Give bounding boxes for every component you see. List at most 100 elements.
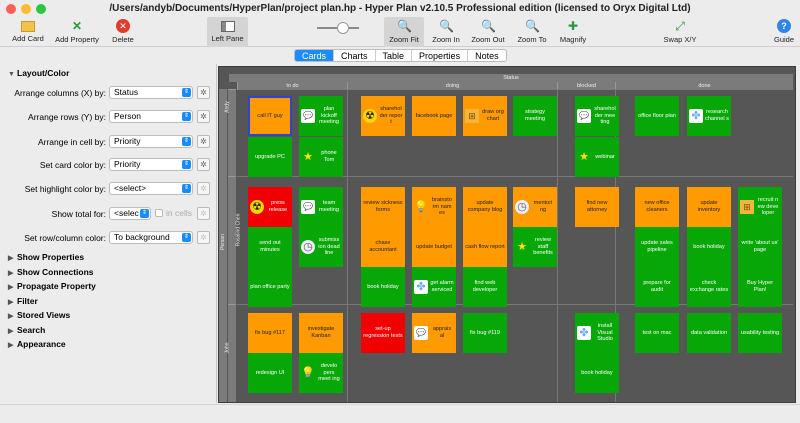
card-color-gear-icon[interactable]: ✲: [197, 158, 210, 171]
card[interactable]: ◷ submiss ion dead line: [299, 227, 343, 267]
card[interactable]: 💬 team meeting: [299, 187, 343, 227]
card[interactable]: chase accountant: [361, 227, 405, 267]
card[interactable]: update budget: [412, 227, 456, 267]
card[interactable]: facebook page: [412, 96, 456, 136]
card[interactable]: investigate Kanban: [299, 313, 343, 353]
card[interactable]: ◷ mentori ng: [513, 187, 557, 227]
tab-table[interactable]: Table: [376, 50, 413, 61]
arrange-cell-gear-icon[interactable]: ✲: [197, 135, 210, 148]
column-header-doing[interactable]: doing: [347, 82, 557, 90]
card[interactable]: update sales pipeline: [635, 227, 679, 267]
layout-color-section[interactable]: ▼ Layout/Color: [8, 68, 69, 78]
card-color-select[interactable]: Priority ⇕: [109, 158, 193, 171]
close-window-icon[interactable]: [6, 4, 16, 14]
card[interactable]: ★ webinar: [575, 137, 619, 177]
card[interactable]: usability testing: [738, 313, 782, 353]
card[interactable]: check exchange rates: [687, 267, 731, 307]
row-header-andy[interactable]: Andy: [225, 89, 236, 176]
zoom-fit-button[interactable]: 🔍 Zoom Fit: [384, 17, 424, 47]
tab-notes[interactable]: Notes: [468, 50, 506, 61]
card[interactable]: redesign UI: [248, 353, 292, 393]
search-section[interactable]: ▶ Search: [8, 325, 45, 335]
zoom-slider[interactable]: [317, 22, 359, 34]
column-header-done[interactable]: done: [615, 82, 793, 90]
card[interactable]: send out minutes: [248, 227, 292, 267]
add-property-button[interactable]: ✕ Add Property: [54, 17, 100, 47]
tab-properties[interactable]: Properties: [412, 50, 469, 61]
total-select[interactable]: <selec ⇕: [109, 207, 151, 220]
highlight-select[interactable]: <select> ⇕: [109, 182, 193, 195]
card[interactable]: Buy Hyper Plan!: [738, 267, 782, 307]
card[interactable]: ☢ press release: [248, 187, 292, 227]
row-header-john[interactable]: John: [224, 304, 236, 402]
card[interactable]: review sickness forms: [361, 187, 405, 227]
card[interactable]: set-up regression tests: [361, 313, 405, 353]
card[interactable]: ★ phone Tom: [299, 137, 343, 177]
card[interactable]: update inventory: [687, 187, 731, 227]
card[interactable]: update company blog: [463, 187, 507, 227]
zoom-out-button[interactable]: 🔍 Zoom Out: [468, 17, 508, 47]
card[interactable]: new office cleaners: [635, 187, 679, 227]
card[interactable]: find new attorney: [575, 187, 619, 227]
card[interactable]: ✤ install Visual Studio: [575, 313, 619, 353]
tab-charts[interactable]: Charts: [334, 50, 376, 61]
zoom-to-button[interactable]: 🔍 Zoom To: [513, 17, 551, 47]
column-header-todo[interactable]: to do: [237, 82, 347, 90]
card[interactable]: office floor plan: [635, 96, 679, 136]
add-card-button[interactable]: Add Card: [8, 17, 48, 47]
card[interactable]: ⊞ draw org chart: [463, 96, 507, 136]
zoom-slider-knob[interactable]: [337, 22, 349, 34]
card[interactable]: fix bug #117: [248, 313, 292, 353]
card[interactable]: 💡 brainsto rm nam es: [412, 187, 456, 227]
stored-views-section[interactable]: ▶ Stored Views: [8, 310, 70, 320]
card-board[interactable]: Status to do doing blocked done Person A…: [218, 66, 796, 403]
rowcol-color-select[interactable]: To background ⇕: [109, 231, 193, 244]
propagate-property-section[interactable]: ▶ Propagate Property: [8, 281, 96, 291]
card[interactable]: book holiday: [687, 227, 731, 267]
card[interactable]: upgrade PC: [248, 137, 292, 177]
column-header-blocked[interactable]: blocked: [557, 82, 615, 90]
show-properties-section[interactable]: ▶ Show Properties: [8, 252, 84, 262]
card[interactable]: prepare for audit: [635, 267, 679, 307]
card[interactable]: strategy meeting: [513, 96, 557, 136]
arrange-x-gear-icon[interactable]: ✲: [197, 86, 210, 99]
card[interactable]: ✤ get alarm serviced: [412, 267, 456, 307]
card[interactable]: cash flow report: [463, 227, 507, 267]
card[interactable]: book holiday: [575, 353, 619, 393]
arrange-x-select[interactable]: Status ⇕: [109, 86, 193, 99]
card[interactable]: ☢ sharehol der repor t: [361, 96, 405, 136]
card[interactable]: 💡 develo pers meet ing: [299, 353, 343, 393]
in-cells-checkbox[interactable]: [155, 209, 163, 217]
arrange-y-gear-icon[interactable]: ✲: [197, 110, 210, 123]
card[interactable]: find web developer: [463, 267, 507, 307]
card[interactable]: write 'about us' page: [738, 227, 782, 267]
card[interactable]: call IT guy: [248, 96, 292, 136]
arrange-y-select[interactable]: Person ⇕: [109, 110, 193, 123]
tab-cards[interactable]: Cards: [295, 50, 335, 61]
card[interactable]: plan office party: [248, 267, 292, 307]
show-connections-section[interactable]: ▶ Show Connections: [8, 267, 94, 277]
arrange-cell-select[interactable]: Priority ⇕: [109, 135, 193, 148]
card[interactable]: book holiday: [361, 267, 405, 307]
filter-section[interactable]: ▶ Filter: [8, 296, 38, 306]
card[interactable]: ⊞ recruit n ew deve loper: [738, 187, 782, 227]
card[interactable]: data validation: [687, 313, 731, 353]
card[interactable]: 💬 plan kickoff meeting: [299, 96, 343, 136]
card[interactable]: fix bug #119: [463, 313, 507, 353]
appearance-section[interactable]: ▶ Appearance: [8, 339, 66, 349]
pane-splitter[interactable]: [216, 64, 217, 403]
left-pane-button[interactable]: Left Pane: [207, 17, 248, 47]
zoom-in-button[interactable]: 🔍 Zoom In: [428, 17, 464, 47]
card[interactable]: test on mac: [635, 313, 679, 353]
zoom-window-icon[interactable]: [36, 4, 46, 14]
card[interactable]: ✤ research channel s: [687, 96, 731, 136]
card[interactable]: 💬 apprais al: [412, 313, 456, 353]
guide-button[interactable]: ? Guide: [770, 17, 798, 47]
minimize-window-icon[interactable]: [21, 4, 31, 14]
card[interactable]: 💬 sharehol der mee ting: [575, 96, 619, 136]
delete-button[interactable]: ✕ Delete: [108, 17, 138, 47]
row-header-rosalind[interactable]: Rosalind Chen: [228, 176, 241, 304]
swap-xy-button[interactable]: ⤢ Swap X/Y: [660, 17, 700, 47]
card[interactable]: ★ review staff benefits: [513, 227, 557, 267]
magnify-button[interactable]: ✚ Magnify: [555, 17, 591, 47]
